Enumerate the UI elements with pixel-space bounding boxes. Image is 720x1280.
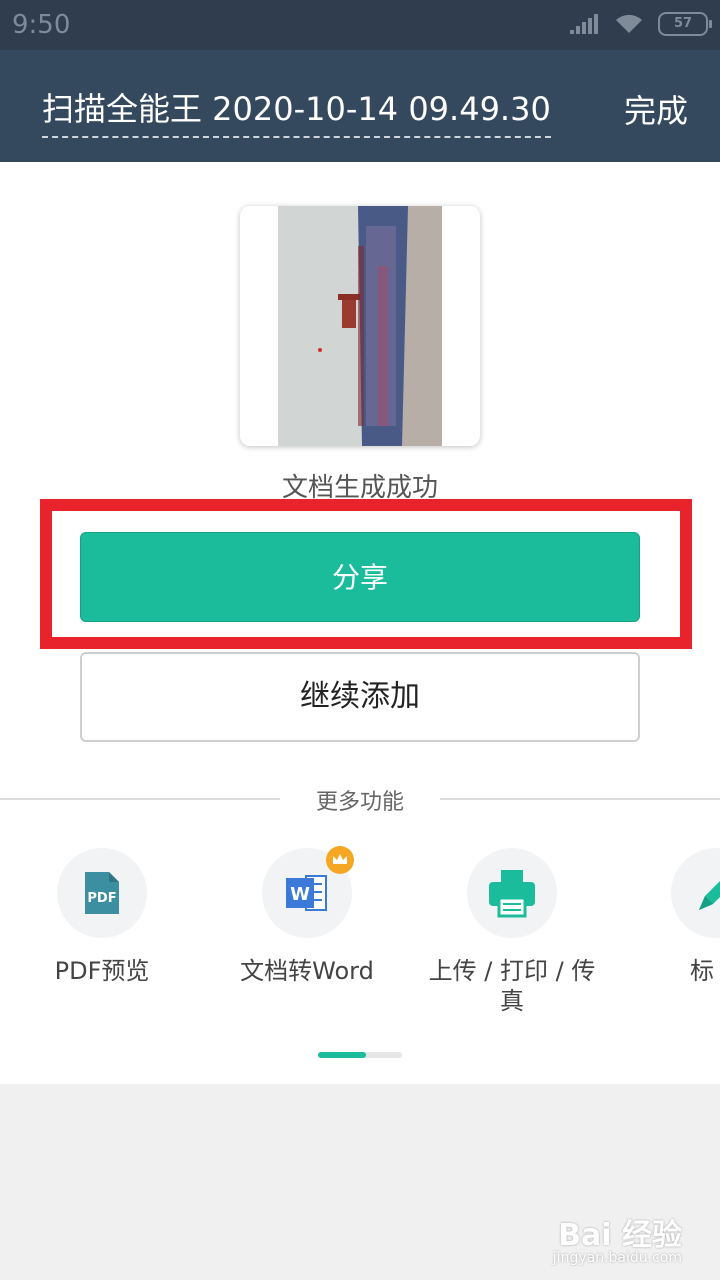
pager-active-indicator <box>318 1052 366 1058</box>
feature-label: PDF预览 <box>54 957 150 985</box>
status-icons: 57 <box>570 12 712 36</box>
divider <box>0 798 280 800</box>
status-time: 9:50 <box>12 10 71 40</box>
continue-add-button[interactable]: 继续添加 <box>80 652 640 742</box>
feature-label: 文档转Word <box>240 957 374 985</box>
done-button[interactable]: 完成 <box>624 86 688 132</box>
main-content: 文档生成成功 分享 继续添加 更多功能 PDF PDF预览 W 文档转Word … <box>0 162 720 1084</box>
pen-icon <box>699 881 720 910</box>
feature-label: 标 <box>690 957 714 985</box>
feature-label: 上传 / 打印 / 传 <box>428 957 596 985</box>
feature-annotate[interactable]: 标 <box>626 848 720 986</box>
document-title[interactable]: 扫描全能王 2020-10-14 09.49.30 <box>42 84 551 138</box>
document-thumbnail[interactable] <box>240 206 480 446</box>
more-features-title: 更多功能 <box>315 790 404 815</box>
feature-upload-print-fax[interactable]: 上传 / 打印 / 传 真 <box>412 848 612 1016</box>
wifi-icon <box>616 14 642 33</box>
status-bar: 9:50 57 <box>0 0 720 50</box>
share-button[interactable]: 分享 <box>80 532 640 622</box>
signal-icon <box>570 14 598 34</box>
battery-icon: 57 <box>658 12 712 36</box>
watermark-logo: Bai 经验 <box>558 1218 682 1253</box>
feature-label: 真 <box>500 987 524 1015</box>
feature-doc-to-word[interactable]: W 文档转Word <box>207 846 407 986</box>
pdf-icon: PDF <box>85 872 119 914</box>
crown-icon <box>326 846 354 874</box>
document-photo <box>278 206 442 446</box>
divider <box>440 798 720 800</box>
printer-icon <box>489 870 535 918</box>
watermark-url: jingyan.baidu.com <box>552 1250 682 1266</box>
feature-pdf-preview[interactable]: PDF PDF预览 <box>2 848 202 986</box>
svg-text:W: W <box>290 884 310 905</box>
svg-text:PDF: PDF <box>87 891 116 906</box>
header-bar: 扫描全能王 2020-10-14 09.49.30 完成 <box>0 50 720 162</box>
